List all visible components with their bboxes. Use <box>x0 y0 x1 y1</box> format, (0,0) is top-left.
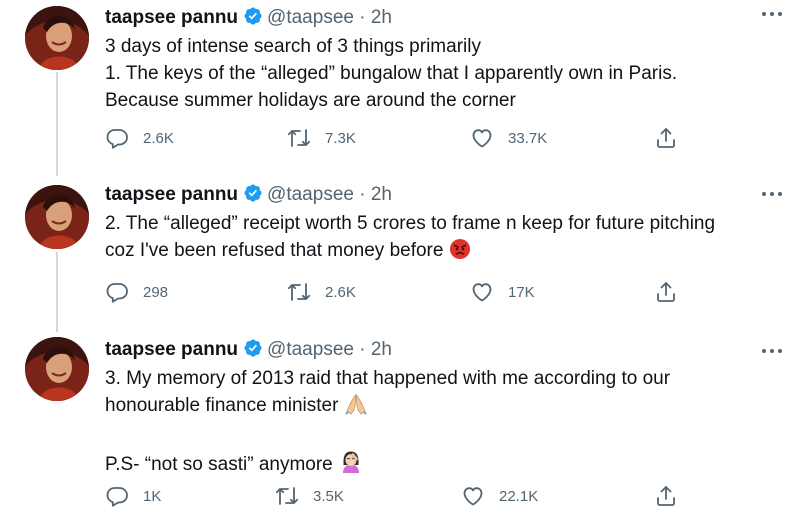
tweet[interactable]: taapsee pannu @taapsee · 2h 3. My memory … <box>0 337 800 519</box>
user-handle[interactable]: @taapsee <box>267 7 354 28</box>
timestamp[interactable]: 2h <box>371 7 392 28</box>
reply-icon <box>105 484 129 508</box>
tweet-text: 3 days of intense search of 3 things pri… <box>105 33 677 114</box>
tweet-header: taapsee pannu @taapsee · 2h <box>105 336 392 367</box>
reply-icon <box>105 126 129 150</box>
avatar[interactable] <box>25 6 89 70</box>
share-icon <box>654 484 678 508</box>
avatar[interactable] <box>25 185 89 249</box>
share-button[interactable] <box>654 482 678 510</box>
like-button[interactable]: 17K <box>470 278 535 306</box>
reply-button[interactable]: 298 <box>105 278 168 306</box>
like-icon <box>461 484 485 508</box>
share-button[interactable] <box>654 124 678 152</box>
reply-icon <box>105 280 129 304</box>
share-icon <box>654 280 678 304</box>
like-button[interactable]: 22.1K <box>461 482 538 510</box>
timestamp[interactable]: 2h <box>371 339 392 360</box>
person-facepalming-emoji <box>339 450 363 482</box>
tweet-actions: 1K 3.5K 22.1K <box>105 482 685 510</box>
tweet-text-line: Because summer holidays are around the c… <box>105 90 516 111</box>
tweet-text-line: 1. The keys of the “alleged” bungalow th… <box>105 63 678 84</box>
tweet-text: 2. The “alleged” receipt worth 5 crores … <box>105 210 715 268</box>
tweet-text-line: 3 days of intense search of 3 things pri… <box>105 36 481 57</box>
like-button[interactable]: 33.7K <box>470 124 547 152</box>
retweet-button[interactable]: 2.6K <box>287 278 356 306</box>
avatar[interactable] <box>25 337 89 401</box>
timestamp[interactable]: 2h <box>371 184 392 205</box>
tweet-text-line: 2. The “alleged” receipt worth 5 crores … <box>105 213 716 234</box>
retweet-count: 2.6K <box>325 283 356 301</box>
more-options-icon[interactable] <box>762 190 784 198</box>
share-button[interactable] <box>654 278 678 306</box>
tweet-header: taapsee pannu @taapsee · 2h <box>105 4 392 35</box>
user-handle[interactable]: @taapsee <box>267 339 354 360</box>
tweet-text: 3. My memory of 2013 raid that happened … <box>105 365 670 482</box>
retweet-count: 3.5K <box>313 487 344 505</box>
separator: · <box>359 184 366 205</box>
folded-hands-emoji <box>344 393 368 423</box>
more-options-icon[interactable] <box>762 10 784 18</box>
retweet-icon <box>275 484 299 508</box>
tweet[interactable]: taapsee pannu @taapsee · 2h 3 days of int… <box>0 0 800 170</box>
reply-count: 298 <box>143 283 169 301</box>
tweet-header: taapsee pannu @taapsee · 2h <box>105 181 392 212</box>
reply-button[interactable]: 2.6K <box>105 124 174 152</box>
verified-badge-icon <box>243 338 263 367</box>
separator: · <box>359 339 366 360</box>
like-count: 17K <box>508 283 535 301</box>
reply-count: 2.6K <box>143 129 174 147</box>
user-handle[interactable]: @taapsee <box>267 184 354 205</box>
display-name[interactable]: taapsee pannu <box>105 184 238 205</box>
tweet-text-line: P.S- “not so sasti” anymore <box>105 454 333 475</box>
display-name[interactable]: taapsee pannu <box>105 339 238 360</box>
reply-button[interactable]: 1K <box>105 482 161 510</box>
angry-face-emoji <box>449 238 471 268</box>
like-count: 33.7K <box>508 129 548 147</box>
tweet-text-line: honourable finance minister <box>105 395 339 416</box>
tweet-actions: 2.6K 7.3K 33.7K <box>105 124 685 152</box>
retweet-icon <box>287 126 311 150</box>
retweet-count: 7.3K <box>325 129 356 147</box>
tweet[interactable]: taapsee pannu @taapsee · 2h 2. The “alleg… <box>0 180 800 330</box>
retweet-button[interactable]: 3.5K <box>275 482 344 510</box>
verified-badge-icon <box>243 6 263 35</box>
reply-count: 1K <box>143 487 162 505</box>
separator: · <box>359 7 366 28</box>
like-icon <box>470 126 494 150</box>
retweet-button[interactable]: 7.3K <box>287 124 356 152</box>
display-name[interactable]: taapsee pannu <box>105 7 238 28</box>
tweet-text-line: coz I've been refused that money before <box>105 240 444 261</box>
verified-badge-icon <box>243 183 263 212</box>
retweet-icon <box>287 280 311 304</box>
tweet-text-line: 3. My memory of 2013 raid that happened … <box>105 368 671 389</box>
like-count: 22.1K <box>499 487 539 505</box>
more-options-icon[interactable] <box>762 347 784 355</box>
tweet-actions: 298 2.6K 17K <box>105 278 685 306</box>
like-icon <box>470 280 494 304</box>
share-icon <box>654 126 678 150</box>
